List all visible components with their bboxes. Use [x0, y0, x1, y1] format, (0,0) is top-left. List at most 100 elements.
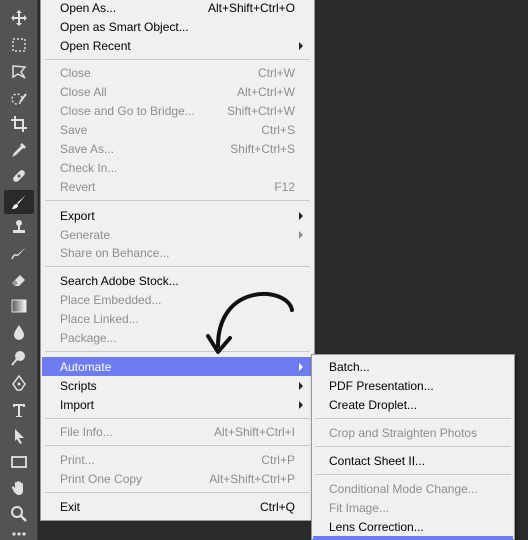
- menu-item-revert[interactable]: Revert F12: [42, 177, 313, 196]
- menu-item-shortcut: Alt+Shift+Ctrl+I: [213, 424, 295, 439]
- zoom-tool[interactable]: [4, 502, 34, 526]
- menu-item-label: Open Recent: [60, 38, 131, 53]
- marquee-tool[interactable]: [4, 33, 34, 57]
- lasso-tool-icon: [12, 65, 27, 79]
- submenu-item-pdf-presentation[interactable]: PDF Presentation...: [313, 376, 513, 395]
- menu-item-shortcut: Shift+Ctrl+S: [230, 141, 295, 156]
- pen-tool[interactable]: [4, 372, 34, 396]
- submenu-item-crop-straighten[interactable]: Crop and Straighten Photos: [313, 423, 513, 442]
- zoom-tool-icon: [11, 506, 27, 522]
- submenu-arrow-icon: [299, 42, 303, 50]
- menu-item-label: Share on Behance...: [60, 245, 170, 260]
- menu-item-open-smart-object[interactable]: Open as Smart Object...: [42, 17, 313, 36]
- annotation-arrow-icon: [206, 291, 294, 354]
- automate-submenu: Batch... PDF Presentation... Create Drop…: [311, 354, 515, 540]
- file-menu: Open As... Alt+Shift+Ctrl+O Open as Smar…: [40, 0, 315, 521]
- hand-tool[interactable]: [4, 476, 34, 500]
- clone-stamp-tool-icon: [13, 220, 25, 233]
- healing-brush-tool[interactable]: [4, 164, 34, 188]
- tools-panel: [0, 0, 38, 540]
- menu-item-label: Save As...: [60, 141, 115, 156]
- submenu-item-lens-correction[interactable]: Lens Correction...: [313, 517, 513, 536]
- eraser-tool[interactable]: [4, 268, 34, 292]
- menu-item-label: Crop and Straighten Photos: [329, 425, 478, 440]
- menu-item-exit[interactable]: Exit Ctrl+Q: [42, 497, 313, 516]
- submenu-item-batch[interactable]: Batch...: [313, 357, 513, 376]
- menu-item-label: Create Droplet...: [329, 397, 418, 412]
- menu-item-shortcut: Ctrl+P: [261, 452, 295, 467]
- history-brush-tool[interactable]: [4, 242, 34, 266]
- submenu-item-conditional-mode[interactable]: Conditional Mode Change...: [313, 479, 513, 498]
- menu-item-print[interactable]: Print... Ctrl+P: [42, 450, 313, 469]
- dodge-tool[interactable]: [4, 346, 34, 370]
- menu-item-generate[interactable]: Generate: [42, 225, 313, 244]
- menu-item-label: Open as Smart Object...: [60, 19, 189, 34]
- menu-item-label: Import: [60, 397, 95, 412]
- menu-item-label: Save: [60, 122, 88, 137]
- menu-item-shortcut: Ctrl+Q: [259, 499, 295, 514]
- menu-item-import[interactable]: Import: [42, 395, 313, 414]
- menu-item-open-recent[interactable]: Open Recent: [42, 36, 313, 55]
- menu-item-label: Contact Sheet II...: [329, 453, 426, 468]
- menu-item-label: Exit: [60, 499, 81, 514]
- submenu-arrow-icon: [299, 401, 303, 409]
- dodge-tool-icon: [11, 351, 25, 366]
- rectangle-tool[interactable]: [4, 450, 34, 474]
- menu-item-shortcut: Ctrl+S: [261, 122, 295, 137]
- quick-selection-tool[interactable]: [4, 87, 34, 111]
- lasso-tool[interactable]: [4, 60, 34, 84]
- quick-selection-tool-icon: [11, 93, 27, 105]
- menu-divider: [315, 446, 511, 447]
- menu-item-label: File Info...: [60, 424, 113, 439]
- path-selection-tool[interactable]: [4, 424, 34, 448]
- submenu-item-contact-sheet[interactable]: Contact Sheet II...: [313, 451, 513, 470]
- more-tools[interactable]: [4, 528, 34, 540]
- menu-item-check-in[interactable]: Check In...: [42, 158, 313, 177]
- menu-item-shortcut: Alt+Shift+Ctrl+O: [207, 0, 295, 15]
- menu-item-close-all[interactable]: Close All Alt+Ctrl+W: [42, 82, 313, 101]
- submenu-item-highlighted-partial[interactable]: [313, 536, 513, 540]
- menu-item-label: Batch...: [329, 359, 370, 374]
- menu-item-label: Close: [60, 65, 91, 80]
- menu-item-label: Fit Image...: [329, 500, 390, 515]
- move-tool[interactable]: [4, 6, 34, 30]
- submenu-item-create-droplet[interactable]: Create Droplet...: [313, 395, 513, 414]
- submenu-item-fit-image[interactable]: Fit Image...: [313, 498, 513, 517]
- eyedropper-tool-icon: [12, 143, 26, 157]
- menu-item-scripts[interactable]: Scripts: [42, 376, 313, 395]
- pen-tool-icon: [12, 375, 26, 391]
- menu-item-label: Open As...: [60, 0, 117, 15]
- brush-tool[interactable]: [4, 190, 34, 214]
- menu-item-close[interactable]: Close Ctrl+W: [42, 63, 313, 82]
- rectangle-tool-icon: [11, 456, 27, 468]
- menu-item-save[interactable]: Save Ctrl+S: [42, 120, 313, 139]
- crop-tool[interactable]: [4, 112, 34, 136]
- eyedropper-tool[interactable]: [4, 138, 34, 162]
- crop-tool-icon: [11, 116, 27, 132]
- type-tool[interactable]: [4, 398, 34, 422]
- clone-stamp-tool[interactable]: [4, 215, 34, 239]
- menu-divider: [315, 474, 511, 475]
- menu-item-shortcut: F12: [274, 179, 295, 194]
- menu-item-search-adobe-stock[interactable]: Search Adobe Stock...: [42, 271, 313, 290]
- menu-item-share-behance[interactable]: Share on Behance...: [42, 243, 313, 262]
- menu-item-shortcut: Alt+Ctrl+W: [236, 84, 295, 99]
- menu-item-save-as[interactable]: Save As... Shift+Ctrl+S: [42, 139, 313, 158]
- menu-item-file-info[interactable]: File Info... Alt+Shift+Ctrl+I: [42, 422, 313, 441]
- menu-item-label: Close All: [60, 84, 107, 99]
- menu-item-print-one-copy[interactable]: Print One Copy Alt+Shift+Ctrl+P: [42, 469, 313, 488]
- submenu-arrow-icon: [299, 212, 303, 220]
- menu-item-close-bridge[interactable]: Close and Go to Bridge... Shift+Ctrl+W: [42, 101, 313, 120]
- menu-item-label: Package...: [60, 330, 117, 345]
- menu-item-shortcut: Alt+Shift+Ctrl+P: [209, 471, 295, 486]
- menu-divider: [45, 418, 310, 419]
- menu-item-export[interactable]: Export: [42, 206, 313, 225]
- menu-item-label: Automate: [60, 359, 112, 374]
- menu-item-open-as[interactable]: Open As... Alt+Shift+Ctrl+O: [42, 0, 313, 17]
- menu-item-label: Close and Go to Bridge...: [60, 103, 195, 118]
- marquee-tool-icon: [12, 38, 26, 52]
- blur-tool[interactable]: [4, 320, 34, 344]
- menu-item-label: PDF Presentation...: [329, 378, 434, 393]
- gradient-tool[interactable]: [4, 294, 34, 318]
- menu-item-label: Lens Correction...: [329, 519, 424, 534]
